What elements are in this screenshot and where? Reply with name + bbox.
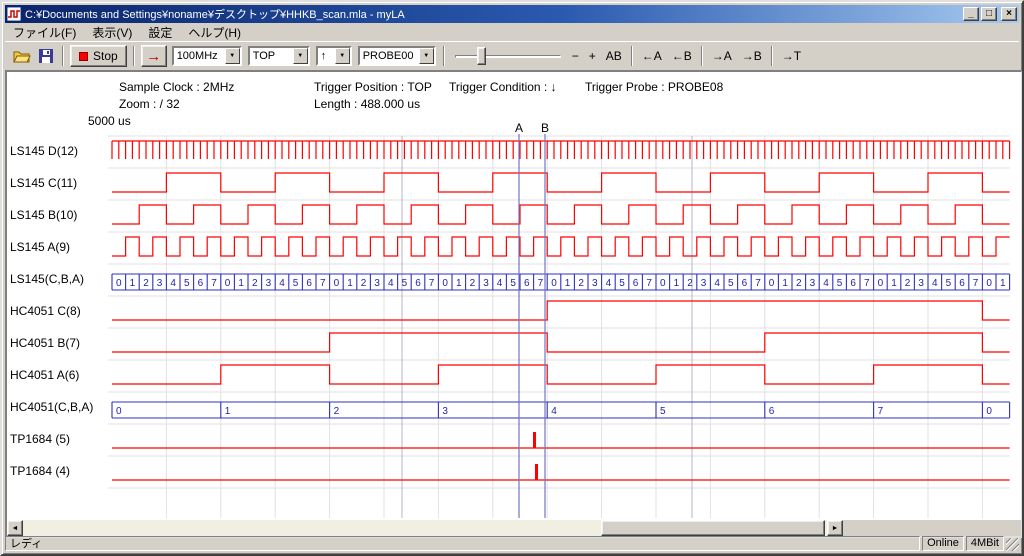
bus-value: 0 — [551, 278, 557, 289]
bus-value: 4 — [606, 278, 612, 289]
bus-value: 0 — [116, 278, 122, 289]
bus-value: 6 — [769, 406, 775, 417]
bus-value: 2 — [578, 278, 584, 289]
bus-value: 2 — [905, 278, 911, 289]
bus-value: 7 — [211, 278, 217, 289]
bus-value: 7 — [878, 406, 884, 417]
bus-value: 6 — [524, 278, 530, 289]
waveform-canvas[interactable]: 0123456701234567012345670123456701234567… — [2, 2, 1024, 556]
status-online: Online — [922, 536, 964, 551]
bus-value: 0 — [660, 278, 666, 289]
bus-value: 0 — [769, 278, 775, 289]
status-memory: 4MBit — [966, 536, 1004, 551]
bus-value: 0 — [225, 278, 231, 289]
bus-value: 1 — [347, 278, 353, 289]
bus-value: 4 — [714, 278, 720, 289]
bus-value: 5 — [946, 278, 952, 289]
bus-value: 3 — [266, 278, 272, 289]
waveform-row — [112, 205, 1010, 224]
bus-value: 2 — [470, 278, 476, 289]
status-ready: レディ — [5, 536, 920, 551]
pulse — [533, 432, 536, 448]
waveform-row — [112, 301, 1010, 320]
bus-value: 2 — [687, 278, 693, 289]
bus-value: 3 — [918, 278, 924, 289]
bus-value: 2 — [143, 278, 149, 289]
bus-value: 5 — [510, 278, 516, 289]
bus-value: 1 — [225, 406, 231, 417]
bus-value: 5 — [728, 278, 734, 289]
bus-value: 1 — [1000, 278, 1006, 289]
bus-value: 6 — [633, 278, 639, 289]
bus-value: 4 — [823, 278, 829, 289]
bus-value: 4 — [170, 278, 176, 289]
bus-value: 1 — [130, 278, 136, 289]
pulse — [535, 464, 538, 480]
bus-value: 0 — [986, 406, 992, 417]
bus-value: 7 — [646, 278, 652, 289]
bus-value: 3 — [592, 278, 598, 289]
bus-value: 1 — [456, 278, 462, 289]
bus-value: 4 — [279, 278, 285, 289]
bus-value: 5 — [837, 278, 843, 289]
bus-value: 4 — [551, 406, 557, 417]
bus-value: 3 — [157, 278, 163, 289]
bus-value: 6 — [198, 278, 204, 289]
bus-value: 5 — [660, 406, 666, 417]
bus-value: 4 — [497, 278, 503, 289]
bus-value: 6 — [850, 278, 856, 289]
bus-value: 5 — [402, 278, 408, 289]
bus-value: 2 — [361, 278, 367, 289]
waveform-row — [112, 333, 1010, 352]
bus-value: 3 — [810, 278, 816, 289]
bus-value: 1 — [565, 278, 571, 289]
bus-value: 6 — [306, 278, 312, 289]
bus-value: 6 — [959, 278, 965, 289]
bus-value: 2 — [796, 278, 802, 289]
bus-value: 7 — [864, 278, 870, 289]
bus-value: 3 — [701, 278, 707, 289]
bus-value: 6 — [742, 278, 748, 289]
bus-value: 7 — [755, 278, 761, 289]
bus-value: 5 — [293, 278, 299, 289]
resize-grip[interactable] — [1006, 538, 1019, 551]
waveform-row — [112, 237, 1010, 256]
bus-value: 7 — [320, 278, 326, 289]
bus-value: 5 — [184, 278, 190, 289]
bus-value: 3 — [374, 278, 380, 289]
bus-value: 1 — [891, 278, 897, 289]
bus-value: 0 — [442, 278, 448, 289]
bus-value: 3 — [483, 278, 489, 289]
bus-value: 4 — [388, 278, 394, 289]
bus-value: 7 — [538, 278, 544, 289]
bus-value: 6 — [415, 278, 421, 289]
bus-value: 0 — [878, 278, 884, 289]
bus-value: 5 — [619, 278, 625, 289]
waveform-row — [112, 173, 1010, 192]
bus-value: 4 — [932, 278, 938, 289]
app-window: C:¥Documents and Settings¥noname¥デスクトップ¥… — [0, 0, 1024, 556]
waveform-row — [112, 365, 1010, 384]
bus-value: 2 — [334, 406, 340, 417]
statusbar: レディ Online 4MBit — [5, 534, 1019, 551]
bus-value: 7 — [973, 278, 979, 289]
bus-value: 0 — [116, 406, 122, 417]
bus-value: 2 — [252, 278, 258, 289]
bus-value: 3 — [442, 406, 448, 417]
bus-value: 1 — [238, 278, 244, 289]
bus-value: 0 — [334, 278, 340, 289]
bus-value: 1 — [674, 278, 680, 289]
bus-value: 7 — [429, 278, 435, 289]
bus-value: 1 — [782, 278, 788, 289]
bus-value: 0 — [986, 278, 992, 289]
